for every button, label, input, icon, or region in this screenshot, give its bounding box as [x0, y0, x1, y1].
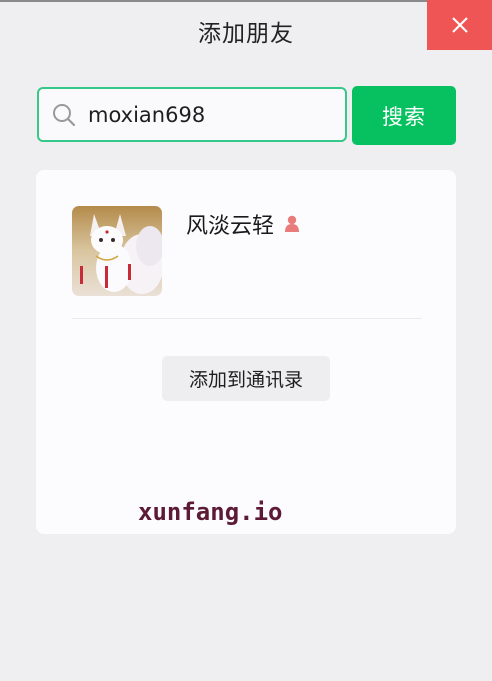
close-icon [451, 16, 469, 34]
watermark: xunfang.io [138, 498, 283, 526]
search-button[interactable]: 搜索 [352, 86, 456, 145]
window-top-border [0, 0, 427, 2]
avatar[interactable] [72, 206, 162, 296]
search-input[interactable] [88, 99, 356, 130]
result-card: 风淡云轻 添加到通讯录 xunfang.io [36, 170, 456, 534]
window-title: 添加朋友 [198, 21, 294, 47]
close-button[interactable] [427, 0, 492, 50]
nickname: 风淡云轻 [186, 214, 275, 239]
female-icon [282, 214, 302, 234]
nickname-row: 风淡云轻 [186, 208, 302, 240]
add-to-contacts-button[interactable]: 添加到通讯录 [162, 356, 330, 401]
search-box[interactable] [37, 87, 381, 142]
divider [72, 318, 422, 319]
search-icon [52, 103, 76, 127]
